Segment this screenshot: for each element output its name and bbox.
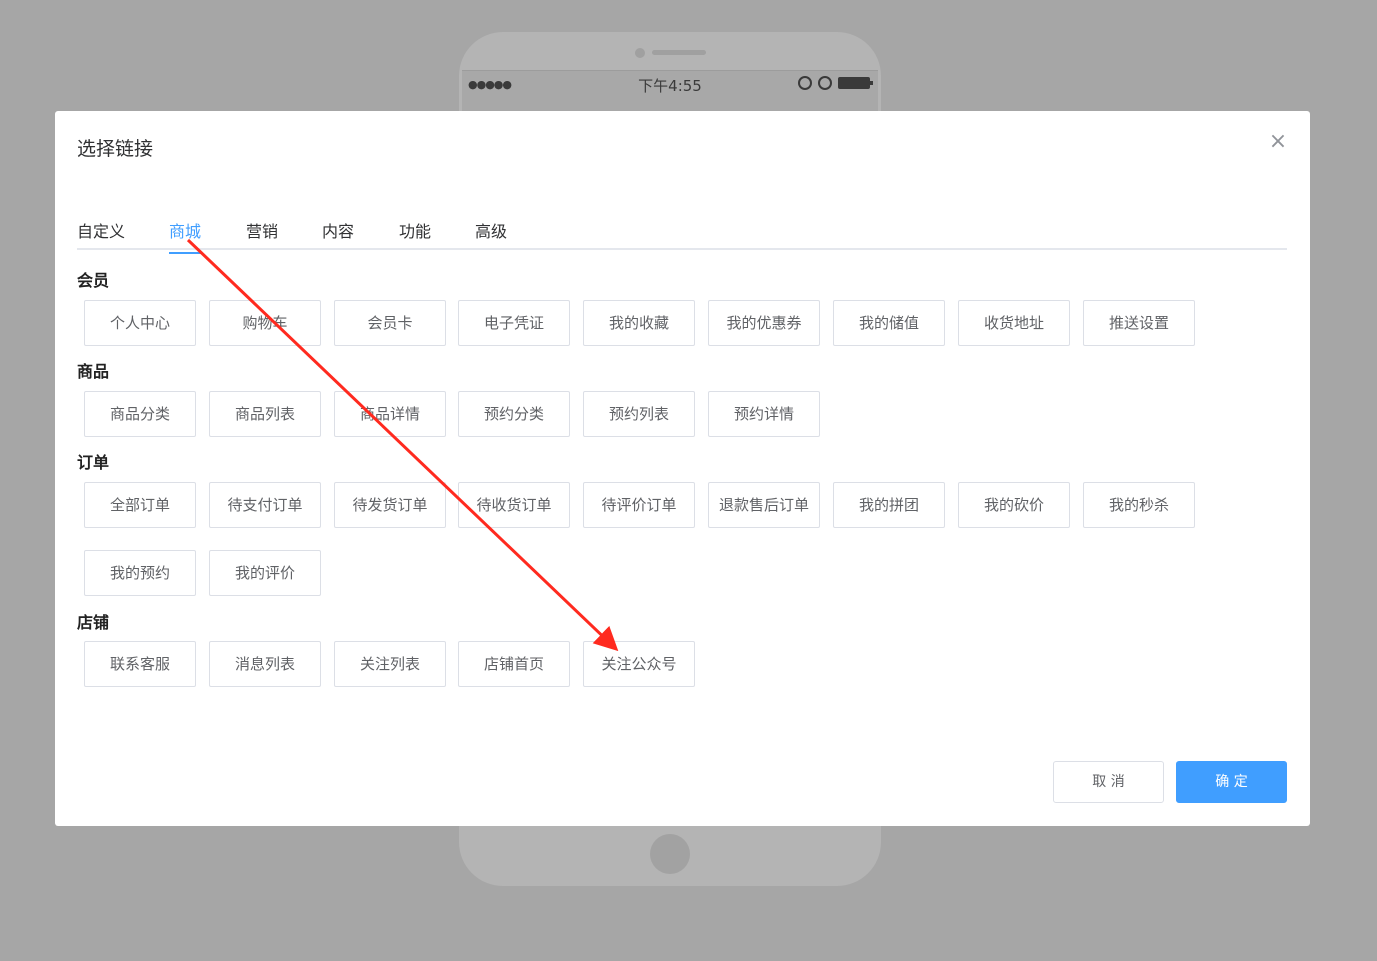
link-button[interactable]: 我的收藏: [583, 300, 695, 346]
link-button[interactable]: 待支付订单: [209, 482, 321, 528]
link-button[interactable]: 购物车: [209, 300, 321, 346]
link-button[interactable]: 预约分类: [458, 391, 570, 437]
alarm-icon: [818, 76, 832, 90]
confirm-button[interactable]: 确 定: [1176, 761, 1287, 803]
rotation-lock-icon: [798, 76, 812, 90]
link-button[interactable]: 待评价订单: [583, 482, 695, 528]
tab-custom[interactable]: 自定义: [77, 218, 125, 250]
link-button[interactable]: 预约详情: [708, 391, 820, 437]
section-title-shop: 店铺: [77, 613, 110, 632]
battery-icon: [838, 77, 873, 89]
tab-advanced[interactable]: 高级: [475, 218, 507, 250]
close-icon[interactable]: ×: [1268, 131, 1288, 153]
section-title-orders: 订单: [77, 453, 110, 472]
link-button[interactable]: 电子凭证: [458, 300, 570, 346]
phone-status-bar: ●●●●● 下午4:55: [462, 71, 878, 99]
link-button[interactable]: 我的拼团: [833, 482, 945, 528]
link-button[interactable]: 我的优惠券: [708, 300, 820, 346]
link-button[interactable]: 商品详情: [334, 391, 446, 437]
link-button[interactable]: 联系客服: [84, 641, 196, 687]
section-title-goods: 商品: [77, 362, 110, 381]
follow-official-account-button[interactable]: 关注公众号: [583, 641, 695, 687]
link-button[interactable]: 消息列表: [209, 641, 321, 687]
link-button[interactable]: 我的预约: [84, 550, 196, 596]
link-button[interactable]: 我的评价: [209, 550, 321, 596]
link-button[interactable]: 待收货订单: [458, 482, 570, 528]
link-button[interactable]: 全部订单: [84, 482, 196, 528]
link-button[interactable]: 预约列表: [583, 391, 695, 437]
link-category-tabs: 自定义 商城 营销 内容 功能 高级: [77, 214, 1287, 254]
link-button[interactable]: 个人中心: [84, 300, 196, 346]
cancel-button[interactable]: 取 消: [1053, 761, 1164, 803]
link-button[interactable]: 店铺首页: [458, 641, 570, 687]
link-button[interactable]: 推送设置: [1083, 300, 1195, 346]
camera-icon: [635, 48, 645, 58]
link-button[interactable]: 我的秒杀: [1083, 482, 1195, 528]
section-title-member: 会员: [77, 271, 110, 290]
link-button[interactable]: 收货地址: [958, 300, 1070, 346]
select-link-dialog: 选择链接 × 自定义 商城 营销 内容 功能 高级 会员 个人中心 购物车 会员…: [55, 111, 1310, 826]
link-button[interactable]: 会员卡: [334, 300, 446, 346]
link-button[interactable]: 关注列表: [334, 641, 446, 687]
tab-marketing[interactable]: 营销: [246, 218, 278, 250]
speaker-icon: [652, 50, 706, 55]
link-button[interactable]: 商品列表: [209, 391, 321, 437]
tab-content[interactable]: 内容: [322, 218, 354, 250]
tab-mall[interactable]: 商城: [169, 218, 202, 254]
dialog-title: 选择链接: [77, 138, 154, 160]
link-button[interactable]: 我的储值: [833, 300, 945, 346]
link-button[interactable]: 退款售后订单: [708, 482, 820, 528]
link-button[interactable]: 待发货订单: [334, 482, 446, 528]
link-button[interactable]: 商品分类: [84, 391, 196, 437]
tab-function[interactable]: 功能: [399, 218, 431, 250]
home-button-icon: [650, 834, 690, 874]
link-button[interactable]: 我的砍价: [958, 482, 1070, 528]
